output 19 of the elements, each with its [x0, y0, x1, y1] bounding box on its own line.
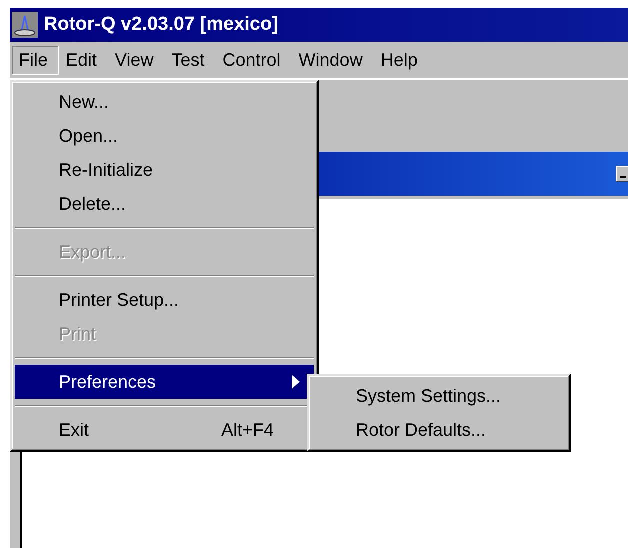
- window-title: Rotor-Q v2.03.07 [mexico]: [44, 14, 278, 36]
- shortcut-label: Alt+F4: [221, 420, 274, 440]
- menu-item[interactable]: Edit: [59, 46, 108, 74]
- menu-item[interactable]: Preferences: [15, 365, 314, 399]
- menu-item[interactable]: Delete...: [15, 187, 314, 221]
- menu-item[interactable]: File: [12, 46, 60, 74]
- menu-item[interactable]: Printer Setup...: [15, 283, 314, 317]
- menu-item[interactable]: Re-Initialize: [15, 153, 314, 187]
- minimize-button[interactable]: [616, 166, 628, 182]
- menu-item[interactable]: Rotor Defaults...: [312, 413, 566, 447]
- menu-item[interactable]: Test: [164, 46, 216, 74]
- menu-item[interactable]: Help: [374, 46, 429, 74]
- menu-item[interactable]: View: [108, 46, 165, 74]
- menu-item[interactable]: Control: [216, 46, 292, 74]
- menu-item[interactable]: New...: [15, 85, 314, 119]
- menu-item[interactable]: System Settings...: [312, 379, 566, 413]
- menu-item[interactable]: Open...: [15, 119, 314, 153]
- menu-item[interactable]: Window: [292, 46, 374, 74]
- app-icon: [12, 12, 38, 38]
